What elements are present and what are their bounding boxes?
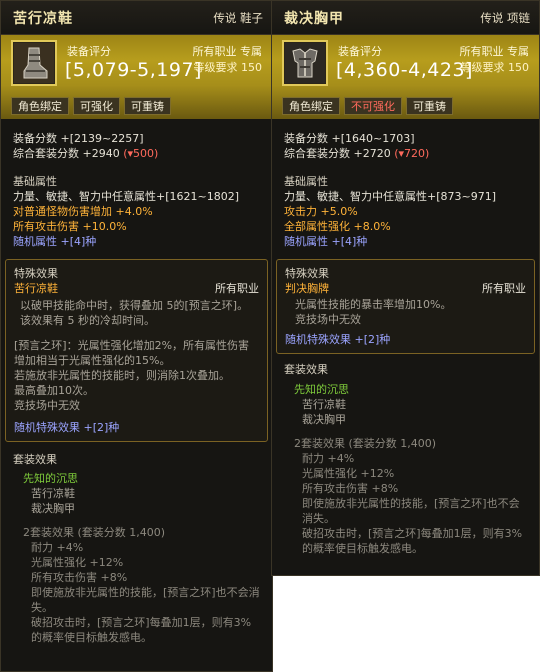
set-bonus-3: 所有攻击伤害 +8% — [302, 482, 399, 495]
set-name: 先知的沉思 — [294, 383, 349, 396]
equip-score: 装备分数 +[1640~1703] — [284, 132, 415, 145]
item-tags: 角色绑定 不可强化 可重铸 — [282, 97, 453, 115]
base-stats-section: 基础属性 力量、敏捷、智力中任意属性+[1621~1802] 对普通怪物伤害增加… — [1, 161, 272, 249]
set-bonus-1: 耐力 +4% — [31, 541, 84, 554]
base-stats-title: 基础属性 — [284, 175, 328, 188]
set-title: 套装效果 — [284, 363, 328, 376]
set-bonus-2: 光属性强化 +12% — [302, 467, 395, 480]
item-tooltip-left: 苦行凉鞋 传说 鞋子 装备评分 [5,079-5,197] 所有职业 专属 等级… — [0, 0, 273, 672]
special-effect-box: 特殊效果 判决胸牌 所有职业 光属性技能的暴击率增加10%。 竞技场中无效 随机… — [276, 259, 535, 354]
set-bonus-3: 所有攻击伤害 +8% — [31, 571, 128, 584]
item-summary-band: 装备评分 [5,079-5,197] 所有职业 专属 等级要求 150 角色绑定… — [1, 35, 272, 119]
base-stat: 力量、敏捷、智力中任意属性+[873~971] — [284, 190, 497, 203]
set-bonus-head: 2套装效果 (套装分数 1,400) — [294, 437, 437, 450]
set-item-2: 裁决胸甲 — [31, 502, 75, 515]
set-bonus-4: 即使施放非光属性的技能，[预言之环]也不会消失。 — [31, 586, 260, 614]
special-class: 所有职业 — [215, 282, 259, 295]
base-stat: 力量、敏捷、智力中任意属性+[1621~1802] — [13, 190, 240, 203]
set-effect-section: 套装效果 先知的沉思 苦行凉鞋 裁决胸甲 2套装效果 (套装分数 1,400) … — [272, 354, 539, 556]
special-line-3: 若施放非光属性的技能时，则消除1次叠加。 — [14, 369, 230, 382]
item-type: 传说 鞋子 — [213, 10, 263, 25]
special-name: 判决胸牌 — [285, 282, 329, 295]
chest-armor-icon — [282, 40, 328, 86]
set-title: 套装效果 — [13, 453, 57, 466]
special-line-2: [预言之环]：光属性强化增加2%，所有属性伤害增加相当于光属性强化的15%。 — [14, 339, 250, 367]
base-stats-title: 基础属性 — [13, 175, 57, 188]
set-score: 综合套装分数 +2720 (▾720) — [284, 146, 527, 161]
item-summary-band: 装备评分 [4,360-4,423] 所有职业 专属 等级要求 150 角色绑定… — [272, 35, 539, 119]
score-section: 装备分数 +[2139~2257] 综合套装分数 +2940 (▾500) — [1, 119, 272, 161]
item-name: 苦行凉鞋 — [13, 10, 73, 27]
set-effect-section: 套装效果 先知的沉思 苦行凉鞋 裁决胸甲 2套装效果 (套装分数 1,400) … — [1, 442, 272, 645]
set-bonus-5: 破招攻击时，[预言之环]每叠加1层，则有3%的概率使目标触发感电。 — [302, 527, 523, 555]
level-requirement: 等级要求 150 — [193, 61, 263, 74]
special-random: 随机特殊效果 +[2]种 — [14, 421, 120, 434]
special-random: 随机特殊效果 +[2]种 — [285, 333, 391, 346]
score-range: [4,360-4,423] — [336, 59, 473, 81]
set-name: 先知的沉思 — [23, 472, 78, 485]
score-label: 装备评分 — [67, 45, 111, 58]
special-line-5: 竞技场中无效 — [14, 399, 80, 412]
set-score: 综合套装分数 +2940 (▾500) — [13, 146, 260, 161]
stat-b: 全部属性强化 +8.0% — [284, 220, 391, 233]
set-item-1: 苦行凉鞋 — [302, 398, 346, 411]
special-name: 苦行凉鞋 — [14, 282, 58, 295]
stat-a: 对普通怪物伤害增加 +4.0% — [13, 205, 153, 218]
special-header: 判决胸牌 所有职业 — [285, 281, 526, 297]
item-tags: 角色绑定 可强化 可重铸 — [11, 97, 171, 115]
base-stats-section: 基础属性 力量、敏捷、智力中任意属性+[873~971] 攻击力 +5.0% 全… — [272, 161, 539, 249]
score-section: 装备分数 +[1640~1703] 综合套装分数 +2720 (▾720) — [272, 119, 539, 161]
set-score-delta: (▾720) — [394, 147, 430, 160]
special-header: 苦行凉鞋 所有职业 — [14, 281, 259, 297]
set-score-value: 综合套装分数 +2940 — [13, 147, 120, 160]
tooltip-header: 裁决胸甲 传说 项链 — [272, 1, 539, 35]
reforge-button[interactable]: 可重铸 — [406, 97, 453, 115]
item-tooltip-right: 裁决胸甲 传说 项链 装备评分 [4,360-4,423] 所有职业 专属 等级… — [271, 0, 540, 576]
random-attributes: 随机属性 +[4]种 — [13, 235, 97, 248]
class-restriction: 所有职业 专属 — [192, 45, 263, 58]
set-item-2: 裁决胸甲 — [302, 413, 346, 426]
set-bonus-4: 即使施放非光属性的技能，[预言之环]也不会消失。 — [302, 497, 520, 525]
reforge-button[interactable]: 可重铸 — [124, 97, 171, 115]
special-line-4: 最高叠加10次。 — [14, 384, 94, 397]
item-type: 传说 项链 — [480, 10, 530, 25]
enhance-button[interactable]: 可强化 — [73, 97, 120, 115]
stat-b: 所有攻击伤害 +10.0% — [13, 220, 127, 233]
score-label: 装备评分 — [338, 45, 382, 58]
bind-button[interactable]: 角色绑定 — [282, 97, 340, 115]
special-title: 特殊效果 — [285, 267, 329, 280]
item-name: 裁决胸甲 — [284, 10, 344, 27]
class-restriction: 所有职业 专属 — [459, 45, 530, 58]
set-bonus-1: 耐力 +4% — [302, 452, 355, 465]
special-effect-box: 特殊效果 苦行凉鞋 所有职业 以破甲技能命中时，获得叠加 5的[预言之环]。该效… — [5, 259, 268, 442]
score-range: [5,079-5,197] — [65, 59, 202, 81]
tooltip-header: 苦行凉鞋 传说 鞋子 — [1, 1, 272, 35]
equip-score: 装备分数 +[2139~2257] — [13, 132, 144, 145]
set-score-delta: (▾500) — [123, 147, 159, 160]
boot-icon — [11, 40, 57, 86]
set-item-1: 苦行凉鞋 — [31, 487, 75, 500]
not-enhanceable-button[interactable]: 不可强化 — [344, 97, 402, 115]
special-line-2: 竞技场中无效 — [295, 313, 361, 326]
set-bonus-5: 破招攻击时，[预言之环]每叠加1层，则有3%的概率使目标触发感电。 — [31, 616, 252, 644]
random-attributes: 随机属性 +[4]种 — [284, 235, 368, 248]
set-bonus-head: 2套装效果 (套装分数 1,400) — [23, 526, 166, 539]
level-requirement: 等级要求 150 — [460, 61, 530, 74]
set-score-value: 综合套装分数 +2720 — [284, 147, 391, 160]
stat-a: 攻击力 +5.0% — [284, 205, 358, 218]
special-line-1: 以破甲技能命中时，获得叠加 5的[预言之环]。该效果有 5 秒的冷却时间。 — [20, 299, 249, 327]
special-class: 所有职业 — [482, 282, 526, 295]
special-title: 特殊效果 — [14, 267, 58, 280]
set-bonus-2: 光属性强化 +12% — [31, 556, 124, 569]
bind-button[interactable]: 角色绑定 — [11, 97, 69, 115]
special-line-1: 光属性技能的暴击率增加10%。 — [295, 298, 452, 311]
